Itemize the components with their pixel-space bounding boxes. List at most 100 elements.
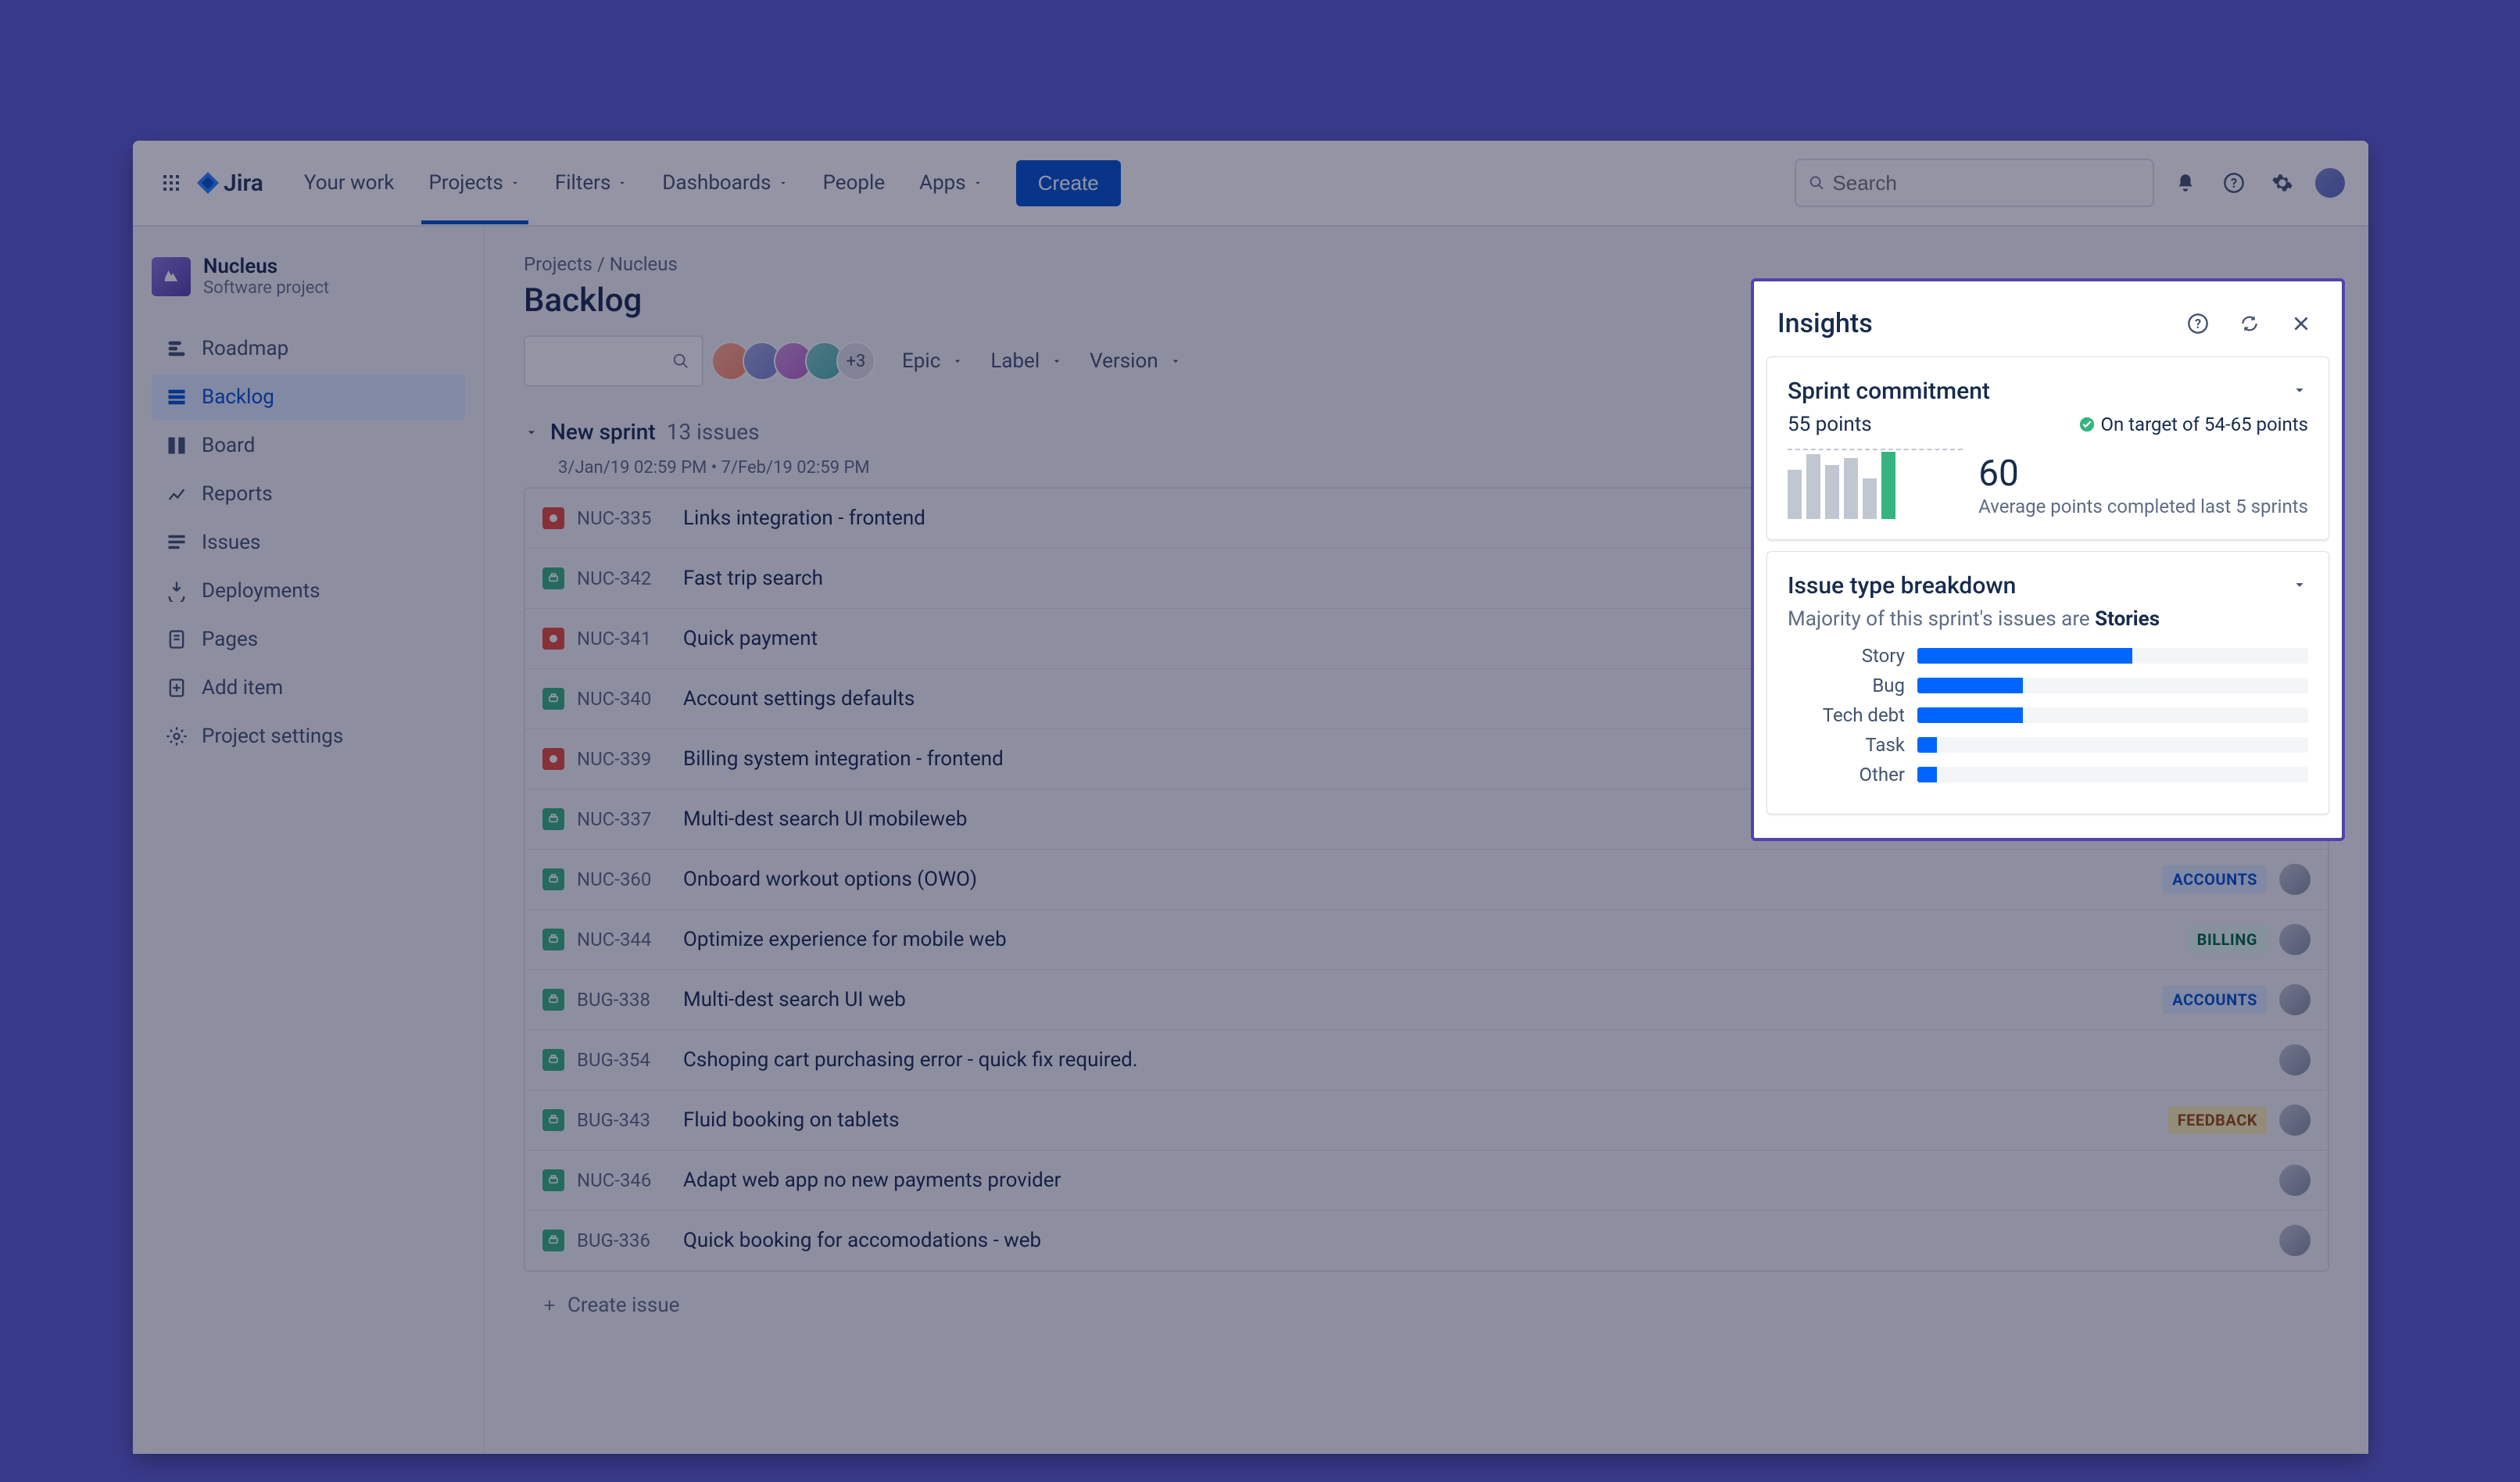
sidebar: Nucleus Software project RoadmapBacklogB…: [133, 227, 485, 1454]
sidebar-item-board[interactable]: Board: [152, 423, 465, 468]
breakdown-bar-bg: [1917, 767, 2308, 782]
issue-row[interactable]: BUG-336Quick booking for accomodations -…: [525, 1211, 2328, 1270]
sparkline-bar: [1788, 470, 1802, 519]
issue-row[interactable]: BUG-354Cshoping cart purchasing error - …: [525, 1030, 2328, 1090]
settings-icon[interactable]: [2265, 166, 2300, 200]
sidebar-item-label: Issues: [202, 531, 260, 554]
sidebar-item-backlog[interactable]: Backlog: [152, 374, 465, 420]
current-user-avatar[interactable]: [2314, 166, 2346, 199]
global-search[interactable]: [1795, 159, 2154, 207]
story-type-icon: [542, 808, 564, 830]
issue-key: NUC-360: [577, 868, 671, 890]
commitment-avg-number: 60: [1978, 453, 2308, 495]
nav-apps[interactable]: Apps: [902, 141, 1000, 224]
avatar-stack[interactable]: +3: [719, 342, 875, 381]
member-avatar-more[interactable]: +3: [836, 342, 875, 381]
chevron-down-icon: [617, 177, 628, 188]
filter-epic[interactable]: Epic: [891, 342, 975, 381]
issue-key: NUC-341: [577, 628, 671, 650]
project-header[interactable]: Nucleus Software project: [152, 255, 465, 298]
sidebar-item-label: Reports: [202, 482, 273, 506]
nav-dashboards[interactable]: Dashboards: [645, 141, 805, 224]
create-button[interactable]: Create: [1016, 160, 1121, 206]
issue-row[interactable]: NUC-344Optimize experience for mobile we…: [525, 910, 2328, 970]
insights-refresh-icon[interactable]: [2232, 306, 2267, 341]
breakdown-bar: [1917, 707, 2023, 723]
story-type-icon: [542, 1230, 564, 1251]
settings-icon: [166, 725, 188, 747]
assignee-avatar[interactable]: [2279, 1044, 2311, 1076]
nav-people[interactable]: People: [806, 141, 903, 224]
sparkline-bar: [1881, 452, 1895, 519]
issue-key: NUC-342: [577, 567, 671, 589]
project-icon: [152, 257, 191, 296]
plus-icon: [541, 1297, 558, 1314]
issue-row[interactable]: BUG-338Multi-dest search UI webACCOUNTS: [525, 970, 2328, 1030]
commitment-status: On target of 54-65 points: [2078, 413, 2308, 435]
app-switcher-icon[interactable]: [155, 166, 188, 199]
issue-summary: Quick booking for accomodations - web: [683, 1229, 2267, 1252]
filter-label[interactable]: Label: [979, 342, 1074, 381]
commitment-title: Sprint commitment: [1788, 378, 1990, 405]
breadcrumb[interactable]: Projects / Nucleus: [524, 253, 2329, 275]
breakdown-bar: [1917, 678, 2023, 693]
create-issue-button[interactable]: Create issue: [524, 1281, 2329, 1330]
breakdown-bar-bg: [1917, 707, 2308, 723]
issue-row[interactable]: NUC-346 Adapt web app no new payments pro…: [525, 1151, 2328, 1211]
issue-type-breakdown-card: Issue type breakdown Majority of this sp…: [1767, 551, 2329, 814]
backlog-search[interactable]: [524, 335, 703, 387]
nav-projects[interactable]: Projects: [412, 141, 538, 224]
breakdown-label: Task: [1788, 734, 1905, 756]
issue-row[interactable]: BUG-343Fluid booking on tabletsFEEDBACK: [525, 1090, 2328, 1151]
assignee-avatar[interactable]: [2279, 924, 2311, 955]
project-name: Nucleus: [203, 255, 329, 278]
sidebar-item-roadmap[interactable]: Roadmap: [152, 326, 465, 371]
chevron-down-icon[interactable]: [2291, 381, 2308, 402]
insights-help-icon[interactable]: ?: [2181, 306, 2215, 341]
issue-label: FEEDBACK: [2168, 1106, 2267, 1134]
bug-type-icon: [542, 628, 564, 650]
sidebar-item-issues[interactable]: Issues: [152, 520, 465, 565]
commitment-avg-text: Average points completed last 5 sprints: [1978, 495, 2308, 519]
search-input[interactable]: [1832, 171, 2140, 195]
issues-icon: [166, 532, 188, 553]
breakdown-row: Task: [1788, 734, 2308, 756]
story-type-icon: [542, 929, 564, 950]
issue-summary: Adapt web app no new payments provider: [683, 1169, 2267, 1192]
issue-row[interactable]: NUC-360Onboard workout options (OWO)ACCO…: [525, 850, 2328, 910]
filter-version[interactable]: Version: [1079, 342, 1193, 381]
issue-summary: Cshoping cart purchasing error - quick f…: [683, 1048, 2267, 1072]
sidebar-item-add-item[interactable]: Add item: [152, 665, 465, 711]
svg-text:?: ?: [2195, 317, 2201, 331]
chevron-down-icon[interactable]: [524, 424, 539, 440]
assignee-avatar[interactable]: [2279, 1104, 2311, 1136]
assignee-avatar[interactable]: [2279, 864, 2311, 895]
chevron-down-icon: [778, 177, 789, 188]
jira-logo[interactable]: Jira: [195, 170, 263, 197]
issue-key: NUC-346: [577, 1169, 671, 1191]
chevron-down-icon: [951, 355, 964, 367]
commitment-points: 55 points: [1788, 413, 1872, 436]
nav-filters[interactable]: Filters: [538, 141, 646, 224]
sidebar-item-deployments[interactable]: Deployments: [152, 568, 465, 614]
issue-label: BILLING: [2188, 925, 2267, 954]
assignee-avatar[interactable]: [2279, 1165, 2311, 1196]
insights-close-icon[interactable]: [2284, 306, 2318, 341]
nav-your-work[interactable]: Your work: [287, 141, 412, 224]
help-icon[interactable]: ?: [2217, 166, 2251, 200]
sidebar-item-pages[interactable]: Pages: [152, 617, 465, 662]
breakdown-row: Bug: [1788, 675, 2308, 696]
sidebar-item-reports[interactable]: Reports: [152, 471, 465, 517]
story-type-icon: [542, 989, 564, 1011]
sidebar-item-label: Add item: [202, 676, 283, 700]
breakdown-bar-bg: [1917, 678, 2308, 693]
issue-summary: Optimize experience for mobile web: [683, 928, 2175, 951]
chevron-down-icon[interactable]: [2291, 576, 2308, 596]
notifications-icon[interactable]: [2168, 166, 2203, 200]
issue-label: ACCOUNTS: [2163, 865, 2267, 893]
sidebar-item-project-settings[interactable]: Project settings: [152, 714, 465, 759]
sparkline-bar: [1806, 454, 1820, 519]
assignee-avatar[interactable]: [2279, 1225, 2311, 1256]
sprint-commitment-card: Sprint commitment 55 points On target of…: [1767, 356, 2329, 540]
assignee-avatar[interactable]: [2279, 984, 2311, 1015]
